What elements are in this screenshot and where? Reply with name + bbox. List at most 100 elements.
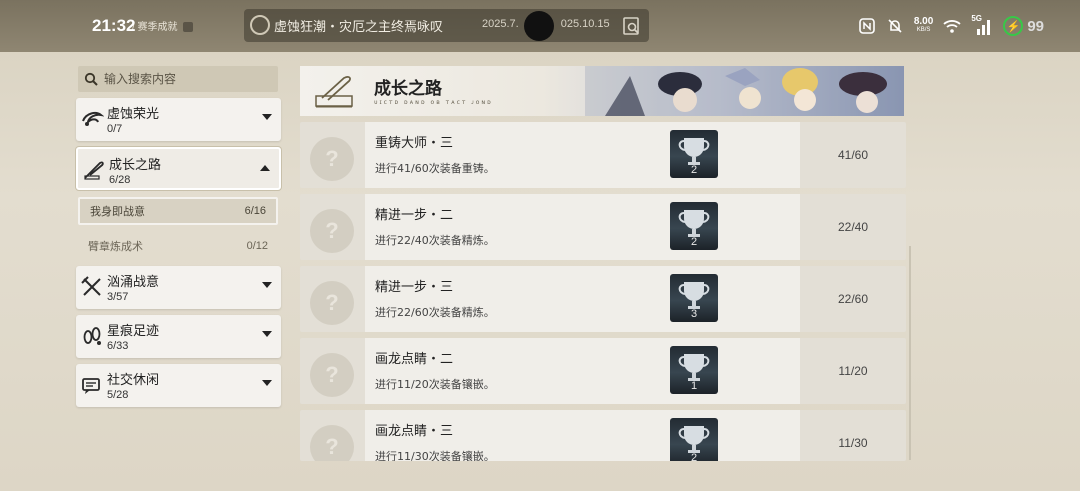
crossed-swords-icon	[81, 276, 101, 296]
nfc-icon	[859, 18, 875, 34]
category-count: 3/57	[107, 291, 129, 303]
category-name: 社交休闲	[107, 373, 160, 388]
category-xiongyong-zhanyi[interactable]: 汹涌战意 3/57	[76, 266, 281, 309]
event-title: 虚蚀狂潮・灾厄之主终焉咏叹	[274, 19, 444, 34]
quill-book-icon	[315, 76, 353, 108]
achievement-body: 重铸大师・三 进行41/60次装备重铸。 2	[365, 122, 800, 188]
achievement-progress: 22/40	[837, 220, 869, 234]
trophy-icon: 2	[670, 130, 718, 178]
category-count: 0/7	[107, 123, 123, 135]
subcategory-item[interactable]: 我身即战意 6/16	[78, 197, 278, 225]
locked-badge-icon: ?	[310, 353, 354, 397]
battery-level: 99	[1027, 17, 1044, 35]
subcategory-count: 6/16	[244, 205, 266, 217]
event-logo-icon	[250, 15, 270, 35]
net-speed: 8.00 KB/S	[914, 17, 933, 35]
achievement-row[interactable]: ? 精进一步・二 进行22/40次装备精炼。 2 22/40	[300, 194, 906, 260]
battery-charging-icon: ⚡	[1003, 16, 1024, 36]
locked-badge-icon: ?	[310, 425, 354, 461]
achievement-body: 精进一步・三 进行22/60次装备精炼。 3	[365, 266, 800, 332]
locked-badge-icon: ?	[310, 281, 354, 325]
category-name: 虚蚀荣光	[107, 107, 160, 122]
share-icon[interactable]	[182, 22, 193, 33]
redaction-blob	[524, 11, 554, 41]
category-xushi-rongguang[interactable]: 虚蚀荣光 0/7	[76, 98, 281, 141]
achievement-desc: 进行41/60次装备重铸。	[375, 162, 495, 175]
magnify-doc-icon[interactable]	[622, 16, 642, 36]
subcategory-name: 我身即战意	[90, 205, 145, 218]
category-xinghen-zuji[interactable]: 星痕足迹 6/33	[76, 315, 281, 358]
trophy-icon: 2	[670, 202, 718, 250]
trophy-level: 1	[690, 380, 698, 392]
achievement-body: 画龙点睛・三 进行11/30次装备镶嵌。 2	[365, 410, 800, 461]
event-date-start: 2025.7.	[482, 18, 519, 30]
chevron-up-icon	[260, 165, 270, 171]
achievement-progress: 41/60	[837, 148, 869, 162]
category-shejiao-xiuxian[interactable]: 社交休闲 5/28	[76, 364, 281, 407]
achievement-desc: 进行22/60次装备精炼。	[375, 306, 495, 319]
trophy-level: 3	[690, 308, 698, 320]
chevron-down-icon	[262, 282, 272, 288]
achievement-desc: 进行22/40次装备精炼。	[375, 234, 495, 247]
trophy-icon: 2	[670, 418, 718, 461]
achievement-title: 精进一步・三	[375, 280, 454, 295]
achievement-row[interactable]: ? 画龙点睛・二 进行11/20次装备镶嵌。 1 11/20	[300, 338, 906, 404]
trophy-icon: 3	[670, 274, 718, 322]
achievement-row[interactable]: ? 精进一步・三 进行22/60次装备精炼。 3 22/60	[300, 266, 906, 332]
trophy-level: 2	[690, 164, 698, 176]
cell-signal: 5G	[971, 14, 993, 35]
section-subtitle: ᴜɪᴄᴛᴅ ᴅᴀɴᴅ ᴏʙ ᴛᴀᴄᴛ ᴊᴏɴᴅ	[374, 99, 493, 106]
achievement-row[interactable]: ? 画龙点睛・三 进行11/30次装备镶嵌。 2 11/30	[300, 410, 906, 461]
achievement-progress: 22/60	[837, 292, 869, 306]
achievement-body: 画龙点睛・二 进行11/20次装备镶嵌。 1	[365, 338, 800, 404]
mute-bell-icon	[888, 19, 902, 33]
achievement-title: 精进一步・二	[375, 208, 454, 223]
search-icon	[84, 72, 98, 86]
trophy-level: 2	[690, 236, 698, 248]
achievement-row[interactable]: ? 重铸大师・三 进行41/60次装备重铸。 2 41/60	[300, 122, 906, 188]
trophy-icon: 1	[670, 346, 718, 394]
achievement-desc: 进行11/30次装备镶嵌。	[375, 450, 495, 461]
quill-icon	[84, 161, 104, 180]
search-input[interactable]	[104, 72, 264, 86]
chevron-down-icon	[262, 331, 272, 337]
event-banner[interactable]: 虚蚀狂潮・灾厄之主终焉咏叹 2025.7. 025.10.15	[244, 9, 649, 42]
category-count: 5/28	[107, 389, 129, 401]
chevron-down-icon	[262, 380, 272, 386]
achievement-title: 重铸大师・三	[375, 136, 454, 151]
achievement-title: 画龙点睛・二	[375, 352, 454, 367]
wifi-icon	[943, 20, 961, 33]
category-chengzhang-zhilu[interactable]: 成长之路 6/28	[76, 147, 281, 190]
net-speed-unit: KB/S	[916, 27, 931, 33]
locked-badge-icon: ?	[310, 209, 354, 253]
category-name: 成长之路	[109, 158, 162, 173]
achievement-title: 画龙点睛・三	[375, 424, 454, 439]
swirl-icon	[82, 112, 104, 126]
category-name: 星痕足迹	[107, 324, 160, 339]
system-tray: 8.00 KB/S 5G ⚡ 99	[858, 14, 1044, 38]
section-header: 成长之路 ᴜɪᴄᴛᴅ ᴅᴀɴᴅ ᴏʙ ᴛᴀᴄᴛ ᴊᴏɴᴅ	[300, 66, 904, 116]
category-count: 6/33	[107, 340, 129, 352]
achievement-progress: 11/20	[838, 364, 868, 378]
cell-signal-icon	[977, 20, 991, 35]
status-bar: 返回返回返/ 赛季成就 21:32 虚蚀狂潮・灾厄之主终焉咏叹 2025.7.0…	[0, 0, 1080, 52]
locked-badge-icon: ?	[310, 137, 354, 181]
search-box[interactable]	[78, 66, 278, 92]
subcategory-name: 臂章炼成术	[88, 240, 143, 253]
chevron-down-icon	[262, 114, 272, 120]
breadcrumb-path[interactable]: / 赛季成就	[132, 22, 178, 33]
achievement-body: 精进一步・二 进行22/40次装备精炼。 2	[365, 194, 800, 260]
section-title: 成长之路	[374, 79, 442, 99]
category-name: 汹涌战意	[107, 275, 160, 290]
subcategory-count: 0/12	[246, 240, 268, 252]
clock: 21:32	[92, 16, 136, 35]
trophy-level: 2	[690, 452, 698, 461]
footprint-icon	[83, 327, 101, 345]
character-banner-art	[585, 66, 904, 116]
achievement-desc: 进行11/20次装备镶嵌。	[375, 378, 495, 391]
event-date-end: 025.10.15	[560, 18, 610, 30]
category-count: 6/28	[109, 174, 131, 186]
scrollbar[interactable]	[909, 246, 911, 460]
subcategory-item[interactable]: 臂章炼成术 0/12	[78, 232, 278, 260]
achievement-progress: 11/30	[838, 436, 868, 450]
